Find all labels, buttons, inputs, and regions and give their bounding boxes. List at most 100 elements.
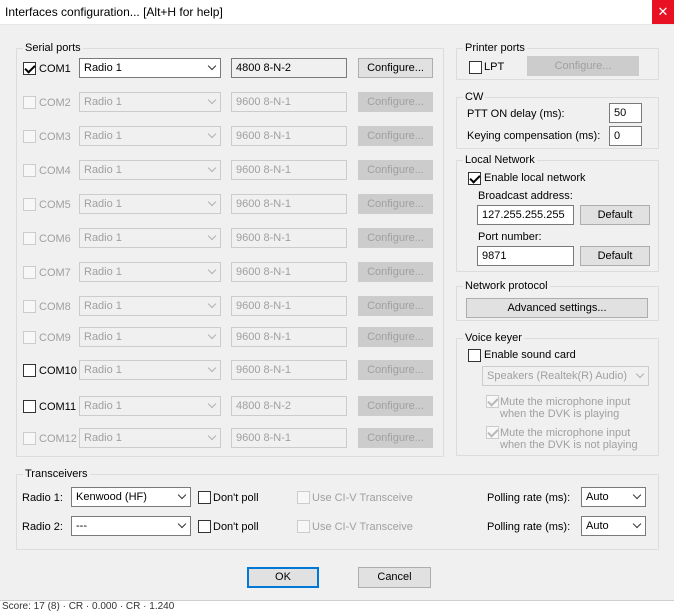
chevron-down-icon (632, 490, 642, 500)
ok-button[interactable]: OK (247, 567, 319, 588)
polling-rate-select[interactable]: Auto (581, 516, 646, 536)
port-label: COM4 (39, 165, 71, 177)
port-configure-button[interactable]: Configure... (358, 58, 433, 78)
port-checkbox[interactable] (23, 164, 36, 177)
port-default-button[interactable]: Default (580, 246, 650, 266)
port-label: COM7 (39, 267, 71, 279)
enable-local-network-checkbox[interactable] (468, 172, 481, 185)
port-radio-select[interactable]: Radio 1 (79, 126, 221, 146)
port-checkbox[interactable] (23, 62, 36, 75)
advanced-settings-button[interactable]: Advanced settings... (466, 298, 648, 318)
window-title: Interfaces configuration... [Alt+H for h… (5, 5, 223, 19)
port-configure-button[interactable]: Configure... (358, 160, 433, 180)
ptt-delay-label: PTT ON delay (ms): (467, 108, 565, 120)
port-checkbox[interactable] (23, 232, 36, 245)
dont-poll-checkbox[interactable] (198, 520, 211, 533)
enable-sound-card-checkbox[interactable] (468, 349, 481, 362)
chevron-down-icon (207, 163, 217, 173)
title-bar: Interfaces configuration... [Alt+H for h… (0, 0, 674, 25)
chevron-down-icon (207, 363, 217, 373)
port-configure-button[interactable]: Configure... (358, 228, 433, 248)
dont-poll-label: Don't poll (213, 521, 259, 533)
lpt-checkbox[interactable] (469, 61, 482, 74)
port-radio-select[interactable]: Radio 1 (79, 228, 221, 248)
dont-poll-checkbox[interactable] (198, 491, 211, 504)
chevron-down-icon (632, 519, 642, 529)
port-params-field: 9600 8-N-1 (231, 428, 347, 448)
port-params-field: 9600 8-N-1 (231, 228, 347, 248)
cw-title: CW (463, 90, 486, 104)
ptt-delay-input[interactable]: 50 (609, 103, 642, 123)
civ-transceive-checkbox[interactable] (297, 520, 310, 533)
port-checkbox[interactable] (23, 266, 36, 279)
mute-mic-playing-checkbox[interactable] (486, 395, 499, 408)
voice-keyer-title: Voice keyer (463, 331, 524, 345)
port-label: COM6 (39, 233, 71, 245)
transceiver-label: Radio 2: (22, 521, 63, 533)
port-checkbox[interactable] (23, 130, 36, 143)
port-radio-select[interactable]: Radio 1 (79, 194, 221, 214)
port-radio-select[interactable]: Radio 1 (79, 327, 221, 347)
port-configure-button[interactable]: Configure... (358, 92, 433, 112)
mute-mic-not-playing-label-line2: when the DVK is not playing (500, 439, 638, 451)
mute-mic-not-playing-checkbox[interactable] (486, 426, 499, 439)
port-configure-button[interactable]: Configure... (358, 327, 433, 347)
port-label: COM3 (39, 131, 71, 143)
port-params-field: 9600 8-N-1 (231, 262, 347, 282)
interfaces-configuration-dialog: Interfaces configuration... [Alt+H for h… (0, 0, 674, 612)
port-checkbox[interactable] (23, 331, 36, 344)
port-radio-select[interactable]: Radio 1 (79, 92, 221, 112)
chevron-down-icon (177, 490, 187, 500)
network-protocol-title: Network protocol (463, 279, 550, 293)
port-checkbox[interactable] (23, 364, 36, 377)
polling-rate-label: Polling rate (ms): (487, 492, 571, 504)
port-radio-select[interactable]: Radio 1 (79, 396, 221, 416)
transceiver-model-select[interactable]: Kenwood (HF) (71, 487, 191, 507)
port-configure-button[interactable]: Configure... (358, 194, 433, 214)
port-radio-select[interactable]: Radio 1 (79, 360, 221, 380)
cancel-button[interactable]: Cancel (358, 567, 431, 588)
civ-transceive-label: Use CI-V Transceive (312, 521, 413, 533)
civ-transceive-label: Use CI-V Transceive (312, 492, 413, 504)
port-radio-select[interactable]: Radio 1 (79, 58, 221, 78)
port-radio-select[interactable]: Radio 1 (79, 262, 221, 282)
port-checkbox[interactable] (23, 198, 36, 211)
keying-compensation-input[interactable]: 0 (609, 126, 642, 146)
chevron-down-icon (207, 129, 217, 139)
port-label: COM11 (39, 401, 77, 413)
port-params-field: 4800 8-N-2 (231, 396, 347, 416)
port-configure-button[interactable]: Configure... (358, 396, 433, 416)
printer-ports-title: Printer ports (463, 41, 527, 55)
background-status-strip: Score: 17 (8) · CR · 0.000 · CR · 1.240 (0, 600, 674, 612)
port-configure-button[interactable]: Configure... (358, 296, 433, 316)
broadcast-default-button[interactable]: Default (580, 205, 650, 225)
lpt-label: LPT (484, 61, 505, 73)
transceiver-model-select[interactable]: --- (71, 516, 191, 536)
port-configure-button[interactable]: Configure... (358, 126, 433, 146)
port-configure-button[interactable]: Configure... (358, 262, 433, 282)
port-checkbox[interactable] (23, 400, 36, 413)
port-params-field: 9600 8-N-1 (231, 194, 347, 214)
lpt-configure-button[interactable]: Configure... (527, 56, 639, 76)
enable-sound-card-label: Enable sound card (484, 349, 576, 361)
port-configure-button[interactable]: Configure... (358, 428, 433, 448)
port-number-input[interactable]: 9871 (477, 246, 574, 266)
port-checkbox[interactable] (23, 96, 36, 109)
port-radio-select[interactable]: Radio 1 (79, 160, 221, 180)
chevron-down-icon (177, 519, 187, 529)
port-radio-select[interactable]: Radio 1 (79, 428, 221, 448)
port-checkbox[interactable] (23, 432, 36, 445)
port-configure-button[interactable]: Configure... (358, 360, 433, 380)
close-button[interactable]: ✕ (652, 0, 674, 24)
polling-rate-select[interactable]: Auto (581, 487, 646, 507)
port-checkbox[interactable] (23, 300, 36, 313)
local-network-title: Local Network (463, 153, 537, 167)
serial-ports-title: Serial ports (23, 41, 83, 55)
sound-device-select[interactable]: Speakers (Realtek(R) Audio) (482, 366, 649, 386)
port-radio-select[interactable]: Radio 1 (79, 296, 221, 316)
chevron-down-icon (207, 95, 217, 105)
broadcast-address-label: Broadcast address: (478, 190, 573, 202)
broadcast-address-input[interactable]: 127.255.255.255 (477, 205, 574, 225)
civ-transceive-checkbox[interactable] (297, 491, 310, 504)
enable-local-network-label: Enable local network (484, 172, 586, 184)
